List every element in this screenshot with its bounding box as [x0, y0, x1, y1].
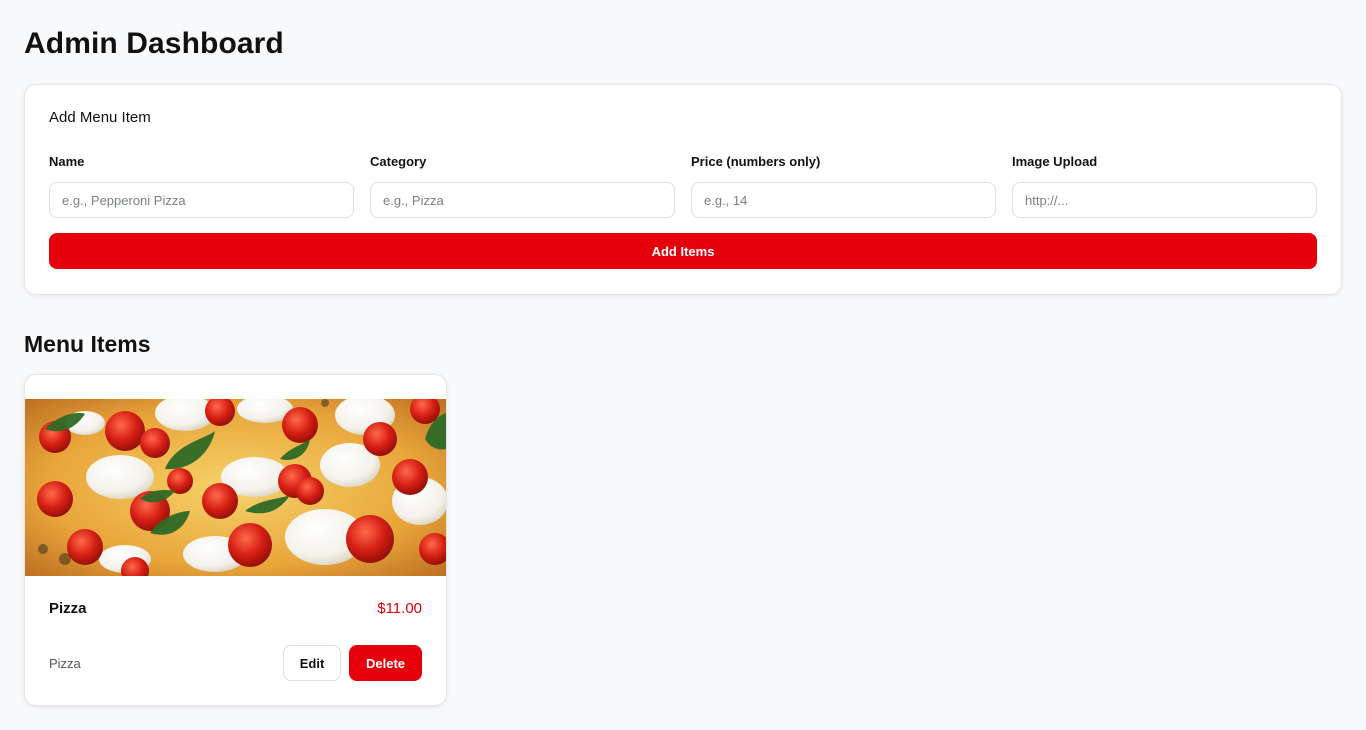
- category-field: Category: [370, 153, 675, 218]
- name-input[interactable]: [49, 182, 354, 218]
- item-name: Pizza: [49, 600, 87, 617]
- image-url-input[interactable]: [1012, 182, 1317, 218]
- name-field: Name: [49, 153, 354, 218]
- edit-button[interactable]: Edit: [283, 645, 341, 681]
- category-label: Category: [370, 154, 427, 169]
- item-category: Pizza: [49, 656, 81, 671]
- delete-button[interactable]: Delete: [349, 645, 422, 681]
- item-price: $11.00: [377, 600, 422, 617]
- add-items-button[interactable]: Add Items: [49, 233, 1317, 269]
- name-label: Name: [49, 154, 85, 169]
- image-upload-field: Image Upload: [1012, 153, 1317, 218]
- page-title: Admin Dashboard: [24, 27, 284, 60]
- menu-items-title: Menu Items: [24, 331, 151, 357]
- form-title: Add Menu Item: [49, 109, 151, 126]
- menu-item-card: Pizza $11.00 Pizza Edit Delete: [24, 374, 447, 706]
- pizza-image: [25, 399, 446, 576]
- price-label: Price (numbers only): [691, 154, 821, 169]
- admin-dashboard-page: Admin Dashboard Add Menu Item Name Categ…: [0, 0, 1366, 730]
- category-input[interactable]: [370, 182, 675, 218]
- add-menu-item-card: Add Menu Item Name Category Price (numbe…: [24, 84, 1342, 295]
- price-input[interactable]: [691, 182, 996, 218]
- image-upload-label: Image Upload: [1012, 154, 1098, 169]
- price-field: Price (numbers only): [691, 153, 996, 218]
